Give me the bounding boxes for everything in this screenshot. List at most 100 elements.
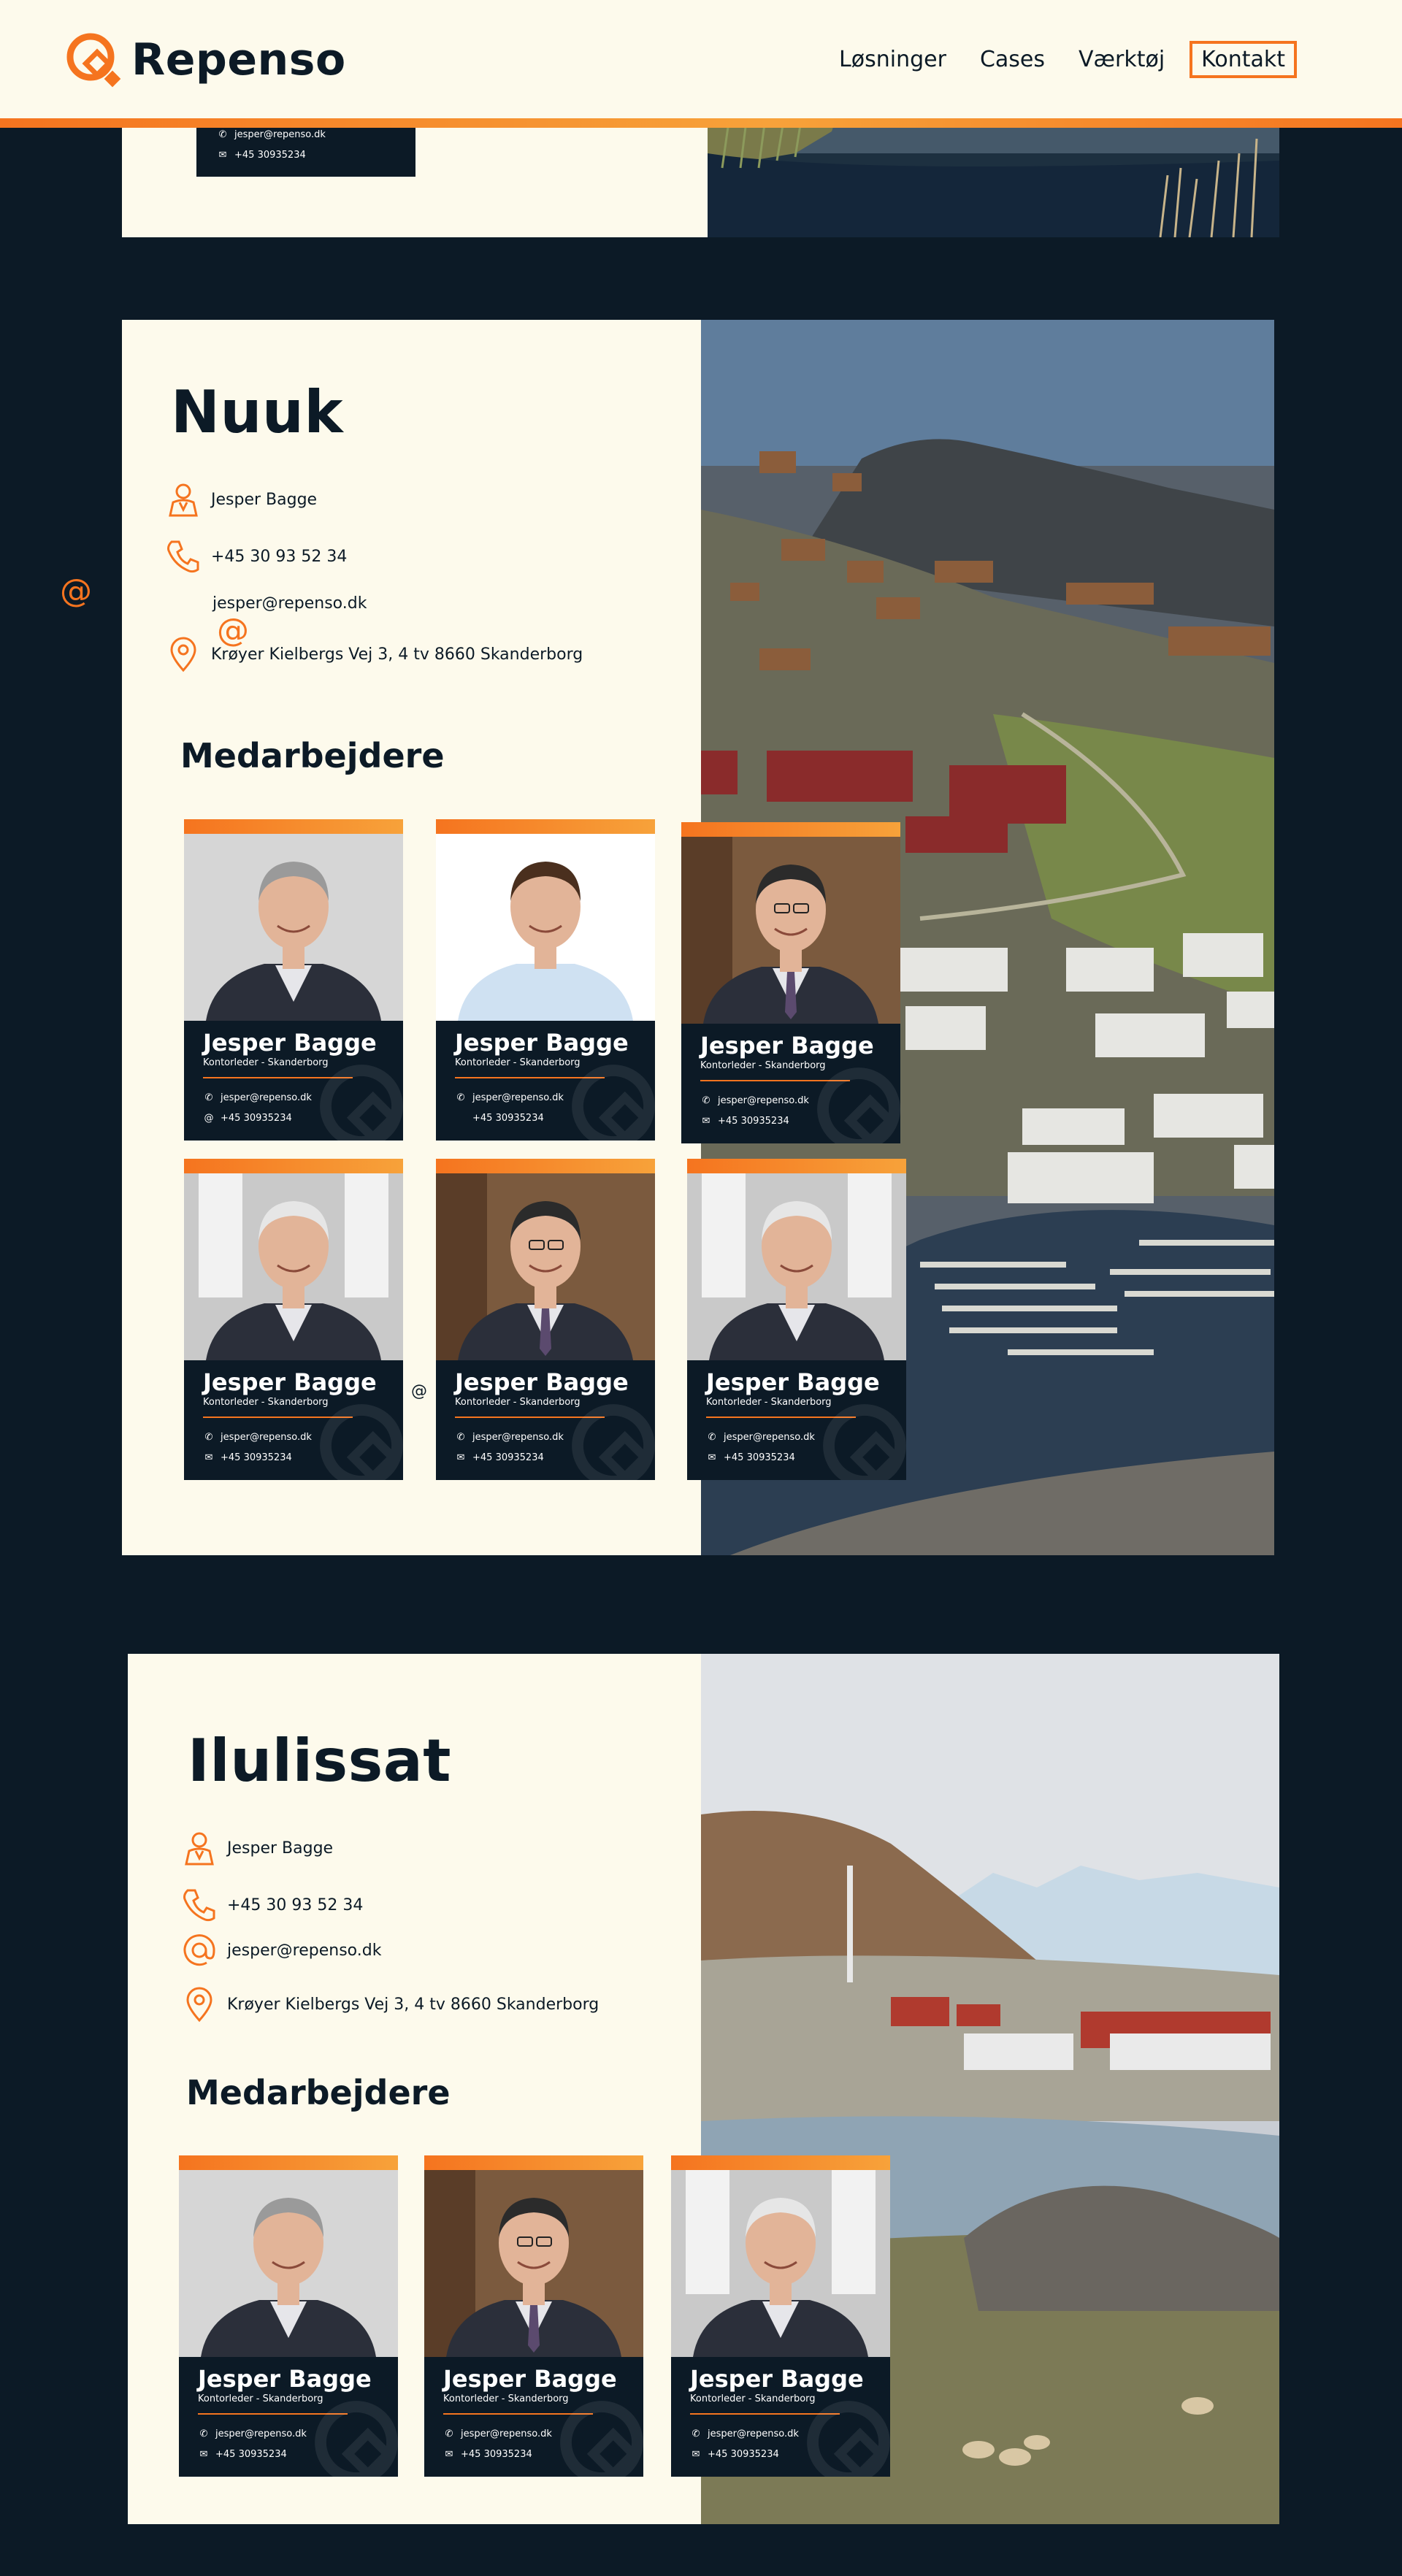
employee-card[interactable]: Jesper Bagge Kontorleder - Skanderborg ✆… — [424, 2155, 643, 2477]
contact-address: Krøyer Kielbergs Vej 3, 4 tv 8660 Skande… — [227, 1995, 600, 2014]
employee-email[interactable]: jesper@repenso.dk — [472, 1432, 564, 1443]
employee-name: Jesper Bagge — [455, 1368, 629, 1396]
nav-contact-button[interactable]: Kontakt — [1190, 41, 1297, 78]
contact-phone[interactable]: +45 30 93 52 34 — [227, 1896, 363, 1914]
employee-name: Jesper Bagge — [455, 1029, 629, 1057]
contact-person-name: Jesper Bagge — [227, 1839, 334, 1858]
employee-name: Jesper Bagge — [690, 2365, 864, 2393]
employee-email[interactable]: jesper@repenso.dk — [724, 1432, 815, 1443]
phone-icon: ✆ — [702, 1095, 710, 1106]
phone-icon: ✆ — [204, 1092, 213, 1103]
logo-watermark-icon — [315, 2401, 398, 2477]
phone-icon: ✆ — [456, 1431, 465, 1443]
employee-name: Jesper Bagge — [443, 2365, 617, 2393]
employee-name: Jesper Bagge — [203, 1029, 377, 1057]
envelope-icon: ✉ — [218, 149, 227, 161]
site-header: Repenso Løsninger Cases Værktøj Kontakt — [0, 0, 1402, 118]
at-icon — [183, 1934, 215, 1966]
contact-email[interactable]: jesper@repenso.dk — [212, 594, 367, 613]
email-row: jesper@repenso.dk — [180, 1931, 381, 1969]
logo-watermark-icon — [320, 1404, 403, 1480]
employee-name: Jesper Bagge — [706, 1368, 880, 1396]
employee-photo — [436, 1173, 655, 1360]
employee-card[interactable]: Jesper Bagge Kontorleder - Skanderborg ✆… — [436, 819, 655, 1141]
location-title: Ilulissat — [188, 1727, 451, 1795]
employee-email[interactable]: jesper@repenso.dk — [708, 2429, 799, 2439]
phone-icon — [167, 540, 199, 573]
card-accent-bar — [687, 1159, 906, 1173]
employee-photo — [184, 834, 403, 1021]
logo-watermark-icon — [572, 1065, 655, 1141]
employee-card[interactable]: Jesper Bagge Kontorleder - Skanderborg ✆… — [184, 1159, 403, 1480]
card-phone[interactable]: +45 30935234 — [234, 150, 306, 161]
employee-email[interactable]: jesper@repenso.dk — [221, 1092, 312, 1103]
employee-card[interactable]: Jesper Bagge Kontorleder - Skanderborg ✆… — [184, 819, 403, 1141]
at-icon: @ — [204, 1112, 214, 1124]
logo-watermark-icon — [320, 1065, 403, 1141]
phone-icon — [183, 1889, 215, 1922]
header-accent-bar — [0, 118, 1402, 128]
phone-icon: ✆ — [445, 2428, 453, 2439]
contact-phone[interactable]: +45 30 93 52 34 — [211, 548, 347, 566]
repenso-logo[interactable]: Repenso — [64, 31, 346, 89]
card-accent-bar — [681, 822, 900, 837]
contact-person-row: Jesper Bagge — [164, 480, 317, 518]
card-accent-bar — [436, 1159, 655, 1173]
employee-phone[interactable]: +45 30935234 — [708, 2449, 779, 2460]
employee-photo — [681, 837, 900, 1024]
contact-person-row: Jesper Bagge — [180, 1829, 333, 1867]
envelope-icon: ✉ — [204, 1452, 213, 1463]
nav-item-cases[interactable]: Cases — [980, 47, 1045, 72]
nav-item-vaerktoj[interactable]: Værktøj — [1079, 47, 1165, 72]
envelope-icon: ✉ — [708, 1452, 716, 1463]
employee-email[interactable]: jesper@repenso.dk — [472, 1092, 564, 1103]
card-accent-bar — [436, 819, 655, 834]
employee-phone[interactable]: +45 30935234 — [461, 2449, 532, 2460]
employee-card[interactable]: Jesper Bagge Kontorleder - Skanderborg ✆… — [671, 2155, 890, 2477]
employee-phone[interactable]: +45 30935234 — [221, 1452, 292, 1463]
phone-icon: ✆ — [199, 2428, 208, 2439]
employee-email[interactable]: jesper@repenso.dk — [461, 2429, 552, 2439]
staff-section-title: Medarbejdere — [180, 736, 445, 775]
employee-phone[interactable]: +45 30935234 — [724, 1452, 795, 1463]
logo-watermark-icon — [807, 2401, 890, 2477]
phone-icon: ✆ — [708, 1431, 716, 1443]
phone-icon: ✆ — [218, 129, 227, 140]
employee-photo — [687, 1173, 906, 1360]
staff-section-title: Medarbejdere — [186, 2073, 451, 2112]
logo-watermark-icon — [817, 1067, 900, 1143]
logo-watermark-icon — [572, 1404, 655, 1480]
employee-card[interactable]: Jesper Bagge Kontorleder - Skanderborg ✆… — [436, 1159, 655, 1480]
contact-address: Krøyer Kielbergs Vej 3, 4 tv 8660 Skande… — [211, 645, 583, 664]
employee-phone[interactable]: +45 30935234 — [221, 1113, 292, 1124]
logo-watermark-icon — [560, 2401, 643, 2477]
employee-photo — [671, 2170, 890, 2357]
nav-item-losninger[interactable]: Løsninger — [839, 47, 946, 72]
employee-card[interactable]: Jesper Bagge Kontorleder - Skanderborg ✆… — [681, 822, 900, 1143]
employee-phone[interactable]: +45 30935234 — [472, 1113, 544, 1124]
location-pin-icon — [170, 637, 196, 672]
employee-phone[interactable]: +45 30935234 — [472, 1452, 544, 1463]
envelope-icon: ✉ — [445, 2448, 453, 2460]
employee-phone[interactable]: +45 30935234 — [718, 1116, 789, 1127]
person-icon — [185, 1832, 214, 1866]
contact-person-name: Jesper Bagge — [211, 490, 318, 509]
email-row: jesper@repenso.dk — [212, 594, 367, 613]
employee-email[interactable]: jesper@repenso.dk — [215, 2429, 307, 2439]
phone-row: +45 30 93 52 34 — [164, 537, 347, 575]
card-email[interactable]: jesper@repenso.dk — [234, 129, 326, 140]
employee-name: Jesper Bagge — [700, 1032, 874, 1059]
contact-email[interactable]: jesper@repenso.dk — [227, 1941, 381, 1960]
employee-card[interactable]: Jesper Bagge Kontorleder - Skanderborg ✆… — [687, 1159, 906, 1480]
card-accent-bar — [179, 2155, 398, 2170]
logo-mark-icon — [66, 33, 121, 88]
card-accent-bar — [671, 2155, 890, 2170]
employee-email[interactable]: jesper@repenso.dk — [718, 1095, 809, 1106]
employee-phone[interactable]: +45 30935234 — [215, 2449, 287, 2460]
brand-name: Repenso — [131, 34, 346, 85]
employee-card[interactable]: Jesper Bagge Kontorleder - Skanderborg ✆… — [179, 2155, 398, 2477]
envelope-icon: ✉ — [199, 2448, 208, 2460]
employee-email[interactable]: jesper@repenso.dk — [221, 1432, 312, 1443]
phone-icon: ✆ — [204, 1431, 213, 1443]
phone-row: +45 30 93 52 34 — [180, 1886, 363, 1924]
